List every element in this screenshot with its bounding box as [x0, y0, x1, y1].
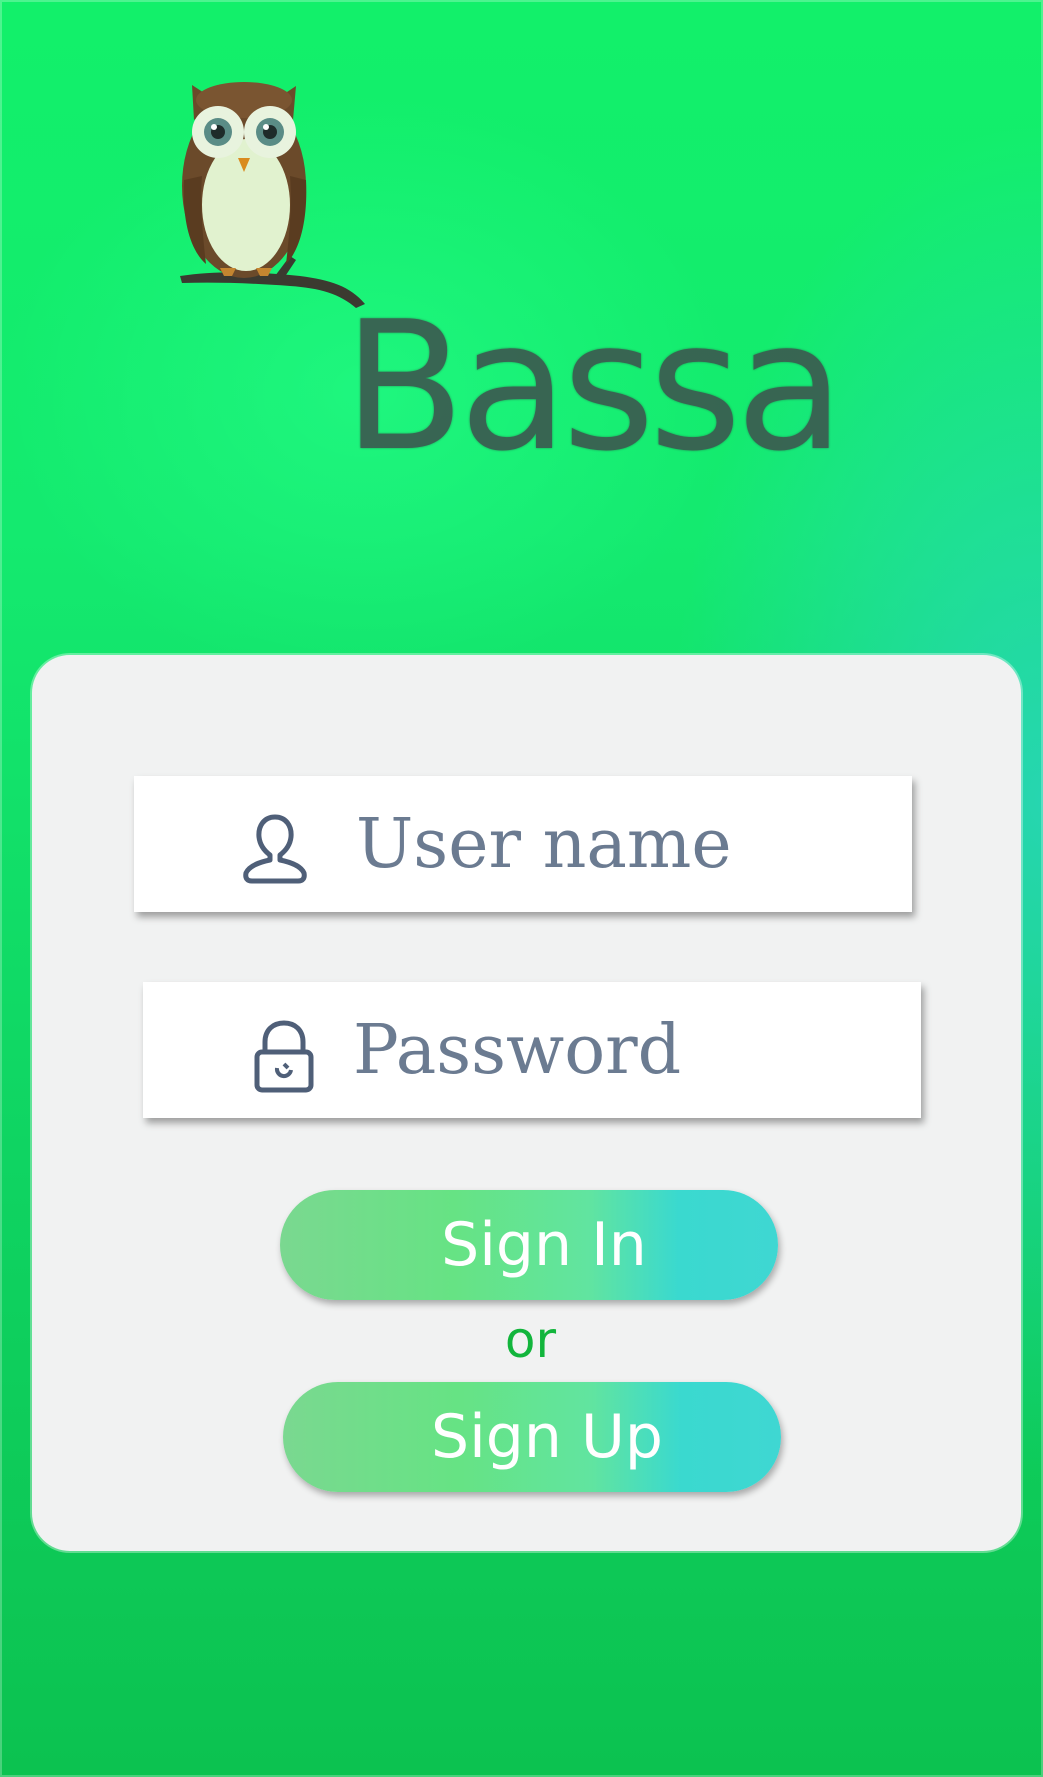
username-input[interactable] [356, 776, 896, 912]
sign-in-label: Sign In [441, 1210, 647, 1280]
sign-up-label: Sign Up [431, 1402, 663, 1472]
or-separator: or [504, 1311, 557, 1369]
sign-in-button[interactable]: Sign In [280, 1190, 778, 1300]
sign-up-button[interactable]: Sign Up [283, 1382, 781, 1492]
lock-icon [254, 1020, 314, 1093]
app-logo: Bassa [180, 80, 880, 476]
user-icon [243, 814, 307, 884]
password-input[interactable] [353, 982, 903, 1118]
owl-icon [180, 82, 365, 308]
login-card: Sign In or Sign Up [32, 655, 1021, 1551]
password-field[interactable] [143, 982, 921, 1118]
username-field[interactable] [134, 776, 912, 912]
login-screen: Bassa Sign In or Sign Up [0, 0, 1043, 1777]
logo-text: Bassa [343, 283, 845, 490]
